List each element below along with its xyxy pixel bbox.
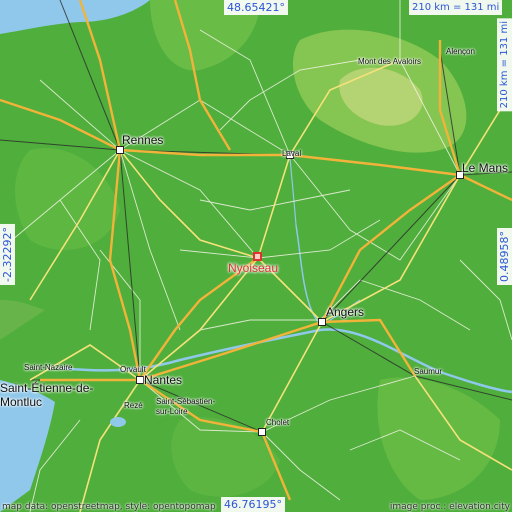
- angers-marker: [318, 318, 326, 326]
- city-label-angers: Angers: [326, 305, 365, 319]
- city-label-reze: Rezé: [124, 401, 143, 410]
- coord-bottom-latitude: 46.76195°: [221, 497, 285, 512]
- city-label-saint-sebastien: Saint-Sébastien- sur-Loire: [156, 397, 216, 416]
- city-label-rennes: Rennes: [122, 133, 164, 147]
- poi-label-mont-avaloirs: Mont des Avaloirs: [358, 57, 421, 66]
- rennes-marker: [116, 146, 124, 154]
- city-label-alencon: Alençon: [446, 47, 475, 56]
- city-label-nantes: Nantes: [144, 373, 183, 387]
- scale-horizontal: 210 km = 131 mi: [409, 0, 503, 15]
- coord-top-latitude: 48.65421°: [224, 0, 288, 15]
- map-view[interactable]: Rennes Laval Le Mans Angers Nantes Chole…: [0, 0, 512, 512]
- city-label-orvault: Orvault: [120, 365, 146, 374]
- coord-left-longitude: -2.32292°: [0, 224, 15, 285]
- attribution-image-proc: image proc.: elevation.city: [389, 502, 510, 512]
- cholet-marker: [258, 428, 266, 436]
- city-label-le-mans: Le Mans: [462, 161, 509, 175]
- city-label-cholet: Cholet: [266, 418, 290, 427]
- city-label-saint-nazaire: Saint-Nazaire: [24, 363, 73, 372]
- city-label-saumur: Saumur: [414, 367, 443, 376]
- city-label-saint-etienne: Saint-Étienne-de- Montluc: [0, 381, 94, 410]
- target-location-marker[interactable]: [253, 252, 262, 261]
- attribution-map-data: map data: openstreetmap, style: opentopo…: [2, 502, 216, 512]
- nantes-marker: [136, 376, 144, 384]
- scale-vertical: 210 km = 131 mi: [497, 18, 512, 112]
- coord-right-longitude: 0.48958°: [497, 228, 512, 285]
- city-label-laval: Laval: [282, 149, 302, 158]
- target-location-label: Nyoiseau: [228, 261, 279, 275]
